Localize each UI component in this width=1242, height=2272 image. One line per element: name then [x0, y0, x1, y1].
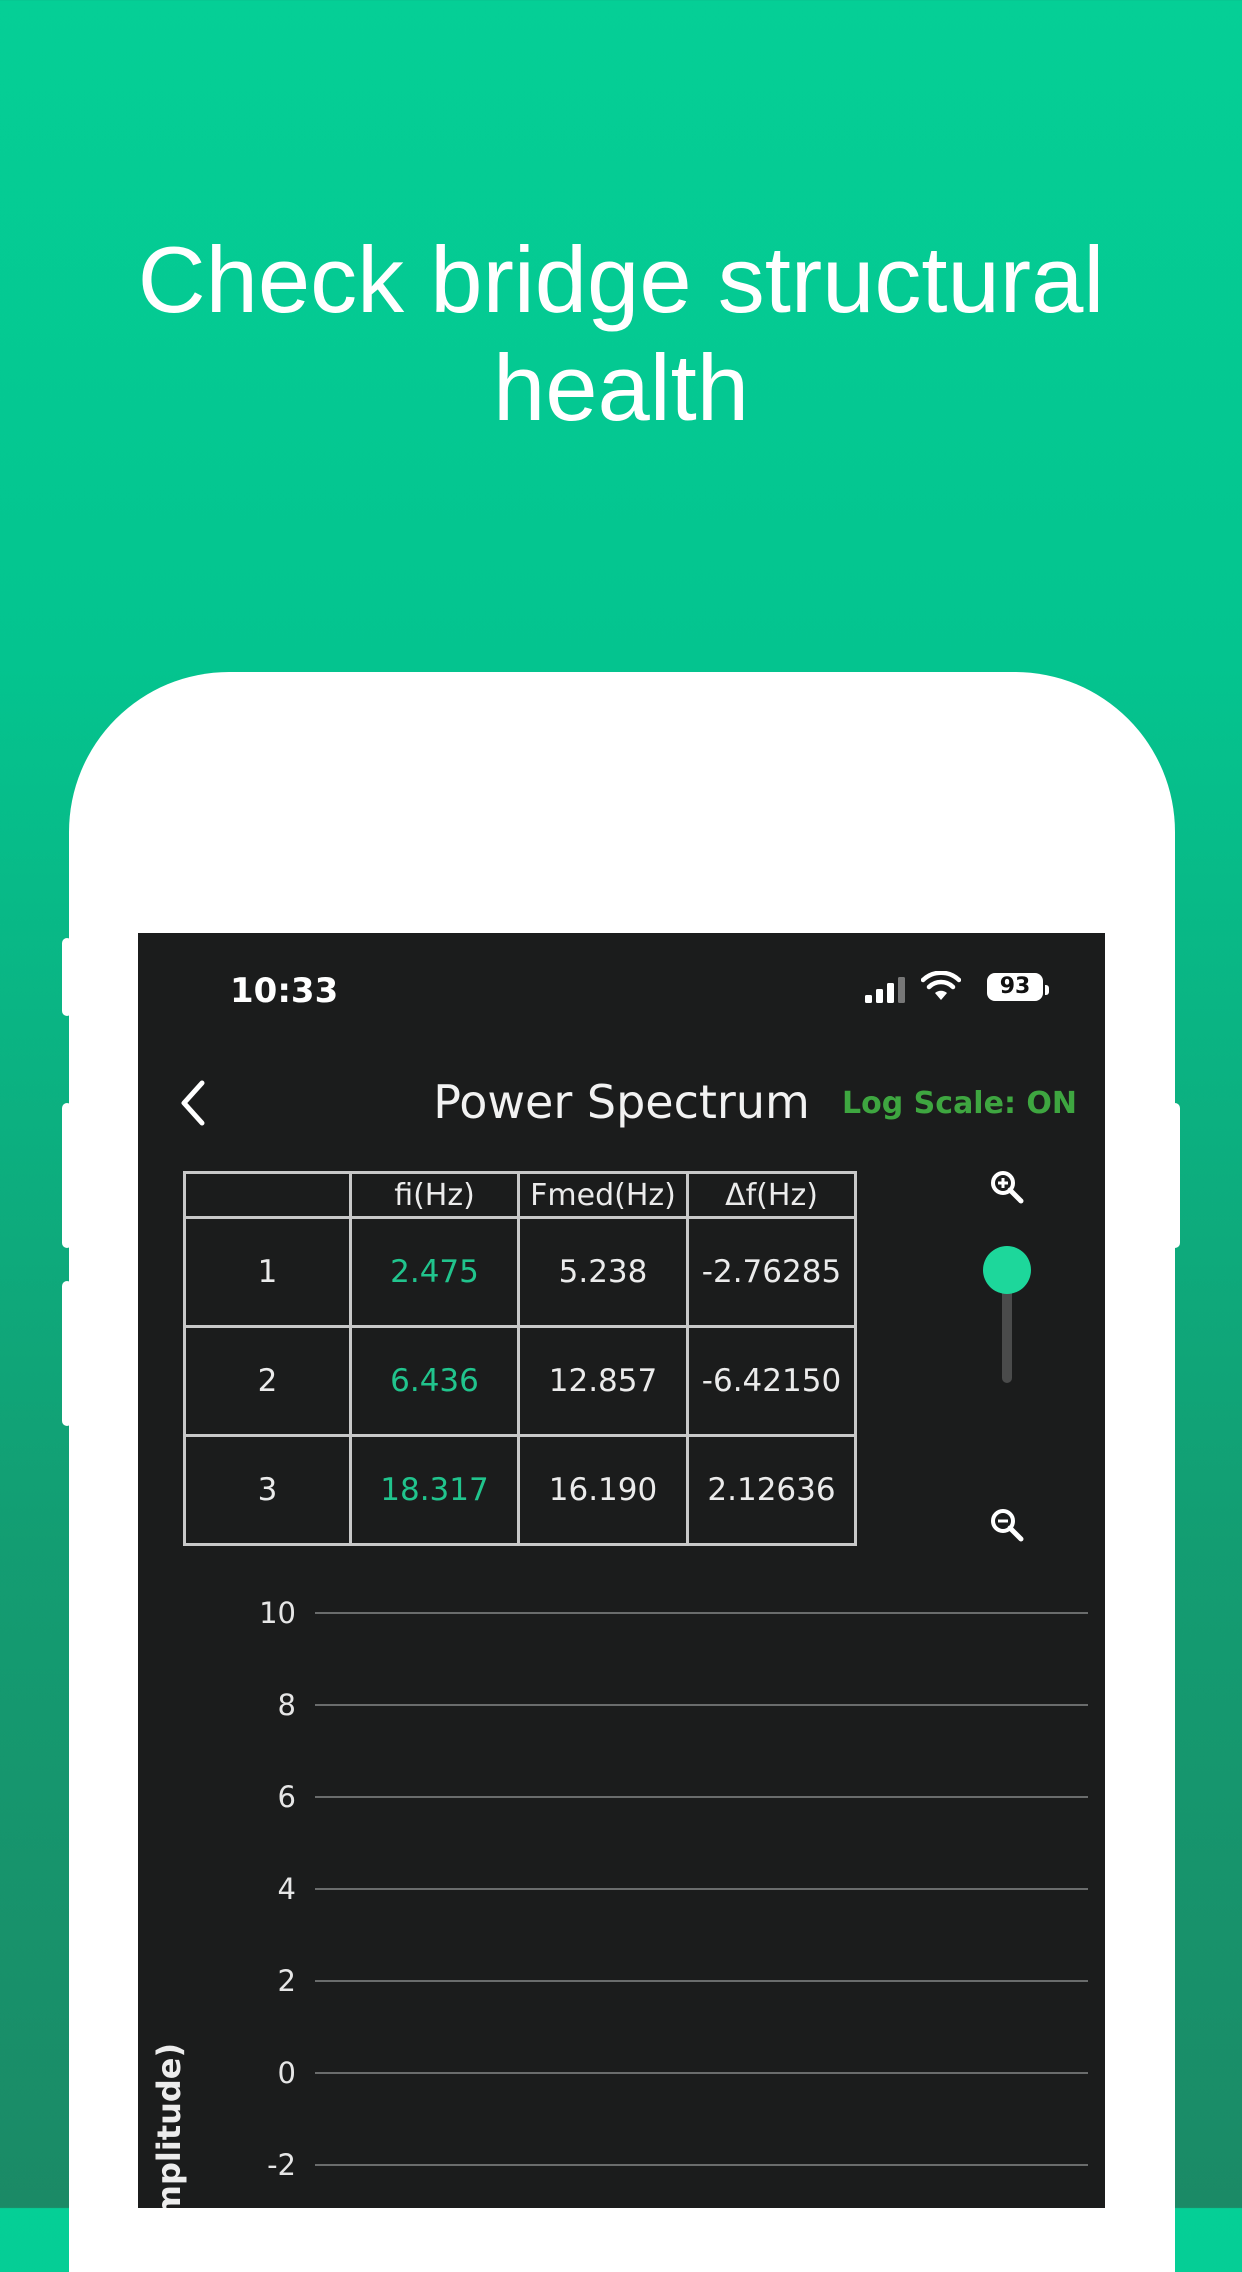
- headline-line-1: Check bridge structural: [137, 227, 1105, 332]
- y-tick-label: 6: [278, 1780, 296, 1814]
- power-spectrum-chart: Amplitude) 10 8 6 4 2 0 -2: [150, 1596, 1088, 2208]
- app-screen: 10:33 93 Power Spectrum Log Scale: ON fi…: [138, 933, 1105, 2208]
- y-tick-label: -2: [267, 2148, 296, 2182]
- headline-line-2: health: [492, 335, 750, 440]
- y-tick-label: 0: [278, 2056, 296, 2090]
- y-axis-label: Amplitude): [150, 2043, 188, 2208]
- y-tick-label: 10: [259, 1596, 296, 1630]
- y-tick-label: 2: [278, 1964, 296, 1998]
- headline: Check bridge structural health: [0, 226, 1242, 442]
- y-tick-label: 4: [278, 1872, 296, 1906]
- y-tick-label: 8: [278, 1688, 296, 1722]
